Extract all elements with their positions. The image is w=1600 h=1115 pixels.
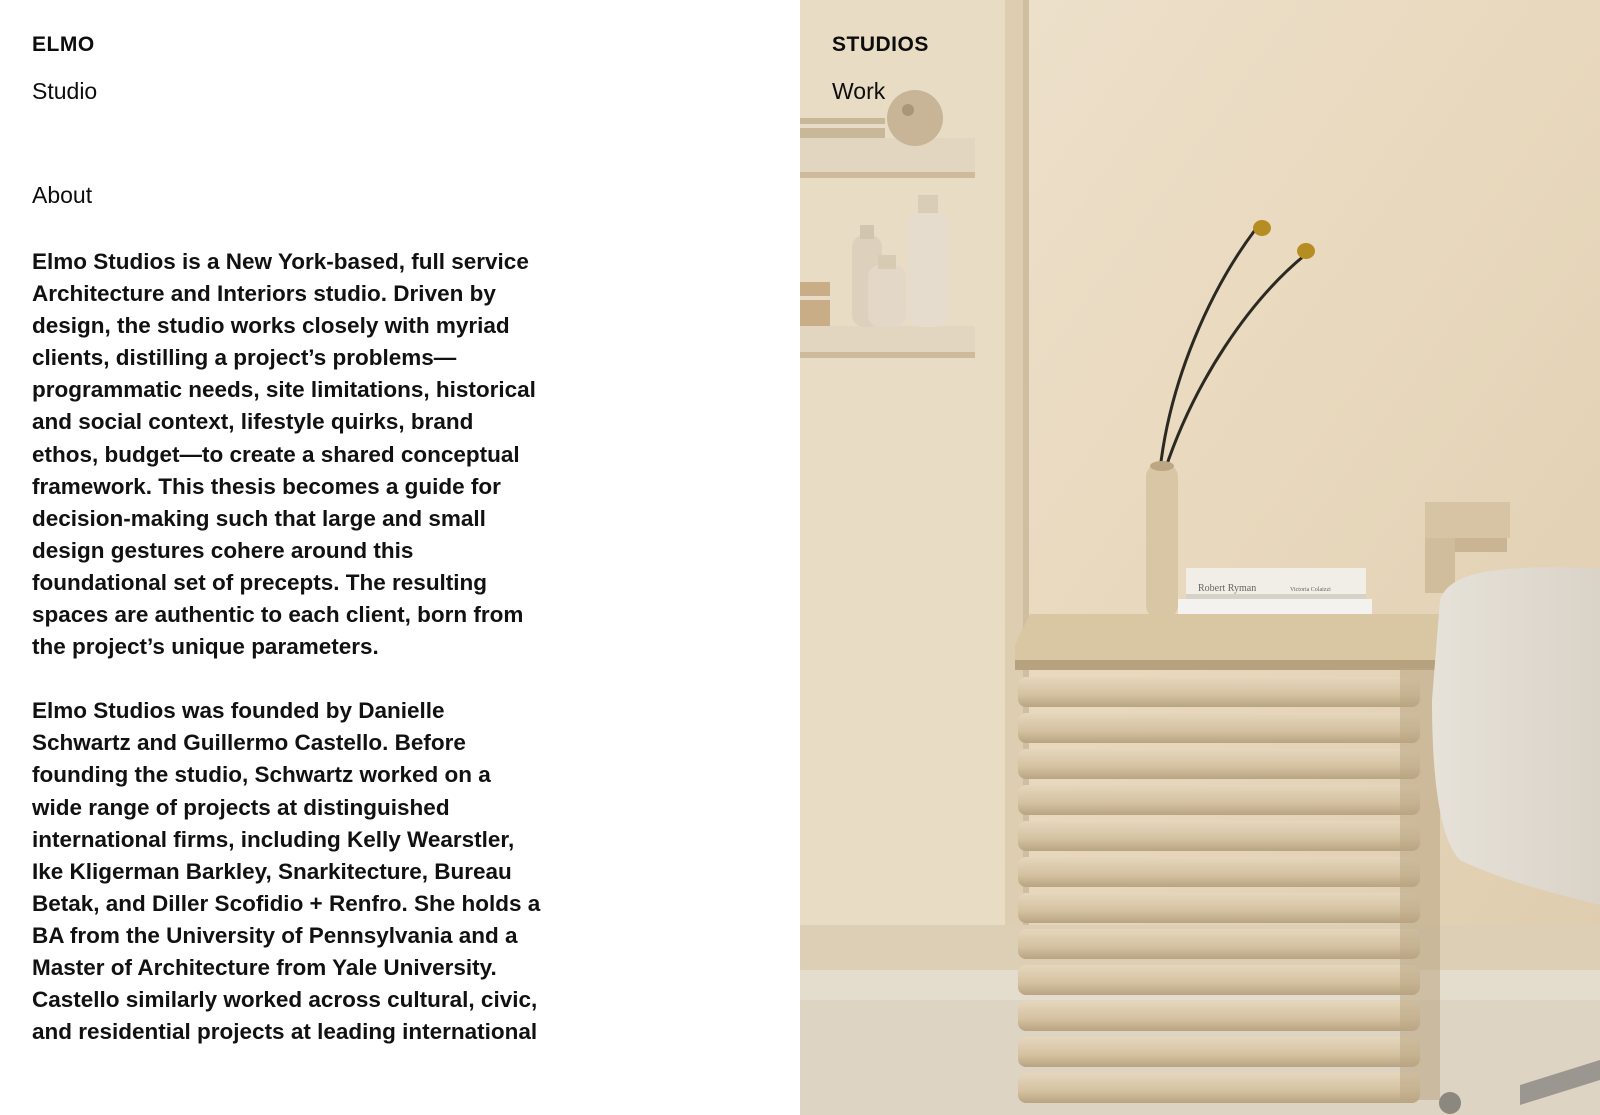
- logo-elmo[interactable]: ELMO: [32, 33, 95, 57]
- right-panel: Robert Ryman Victoria Colaizzi STUDIOS W…: [800, 0, 1600, 1115]
- interior-photo: Robert Ryman Victoria Colaizzi: [800, 0, 1600, 1115]
- about-heading: About: [32, 182, 93, 208]
- nav-studio-link[interactable]: Studio: [32, 78, 97, 105]
- about-paragraph-2: Elmo Studios was founded by Danielle Sch…: [32, 698, 541, 1045]
- book-publisher: Victoria Colaizzi: [1290, 587, 1331, 593]
- logo-studios[interactable]: STUDIOS: [832, 33, 929, 57]
- left-panel: ELMO Studio About Elmo Studios is a New …: [0, 0, 800, 1115]
- about-paragraph-1: Elmo Studios is a New York-based, full s…: [32, 249, 536, 660]
- book-title: Robert Ryman: [1198, 583, 1256, 594]
- nav-work-link[interactable]: Work: [832, 78, 885, 105]
- about-body: Elmo Studios is a New York-based, full s…: [32, 246, 542, 1080]
